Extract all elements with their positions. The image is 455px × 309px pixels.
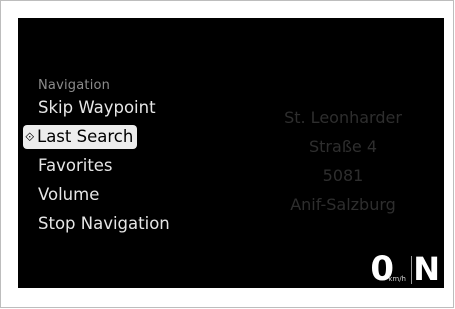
menu-item-label: Favorites xyxy=(38,156,113,175)
speed-unit: km/h xyxy=(388,275,406,283)
menu-item-skip-waypoint[interactable]: Skip Waypoint xyxy=(38,96,156,120)
selection-arrow-icon: ⟐ xyxy=(25,130,35,144)
address-house-number: Straße 4 xyxy=(309,137,377,156)
menu-item-label: Last Search xyxy=(37,127,134,146)
destination-address: St. Leonharder Straße 4 5081 Anif-Salzbu… xyxy=(268,106,418,222)
address-city: Anif-Salzburg xyxy=(290,195,396,214)
menu-title: Navigation xyxy=(38,78,111,93)
menu-item-label: Stop Navigation xyxy=(38,214,170,233)
menu-item-label: Skip Waypoint xyxy=(38,98,156,117)
menu-item-favorites[interactable]: Favorites xyxy=(38,154,113,178)
address-postal-code: 5081 xyxy=(322,166,364,185)
menu-item-last-search[interactable]: ⟐ Last Search xyxy=(23,125,138,149)
menu-item-volume[interactable]: Volume xyxy=(38,183,99,207)
menu-item-stop-navigation[interactable]: Stop Navigation xyxy=(38,212,170,236)
status-divider xyxy=(411,256,412,284)
dashboard-display: Navigation Skip Waypoint ⟐ Last Search Fa… xyxy=(18,18,444,288)
gear-indicator: N xyxy=(413,250,440,288)
address-street: St. Leonharder xyxy=(284,108,402,127)
menu-item-label: Volume xyxy=(38,185,100,204)
